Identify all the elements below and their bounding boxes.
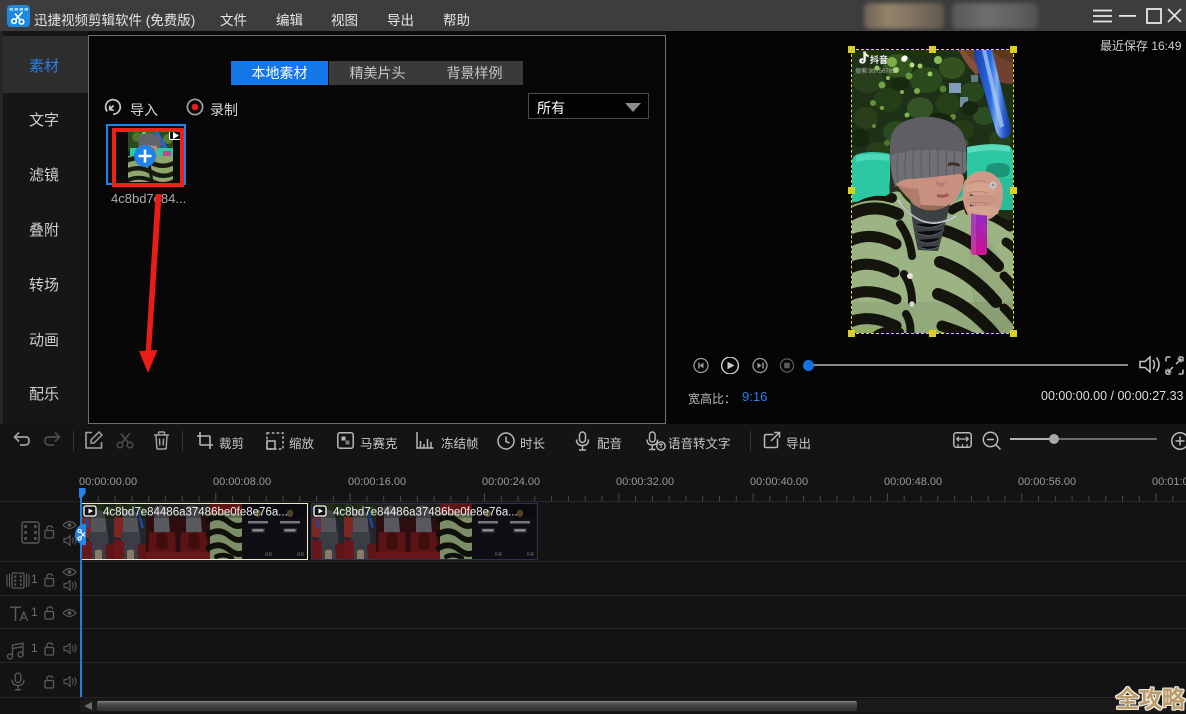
svg-text:4c8bd7e84486a37486be0fe8e76a..: 4c8bd7e84486a37486be0fe8e76a... [333, 507, 518, 519]
svg-text:抖音: 抖音 [870, 54, 888, 65]
svg-text:搜索:99756765: 搜索:99756765 [855, 67, 896, 75]
svg-text:4c8bd7e84486a37486be0fe8e76a..: 4c8bd7e84486a37486be0fe8e76a... [103, 507, 288, 519]
